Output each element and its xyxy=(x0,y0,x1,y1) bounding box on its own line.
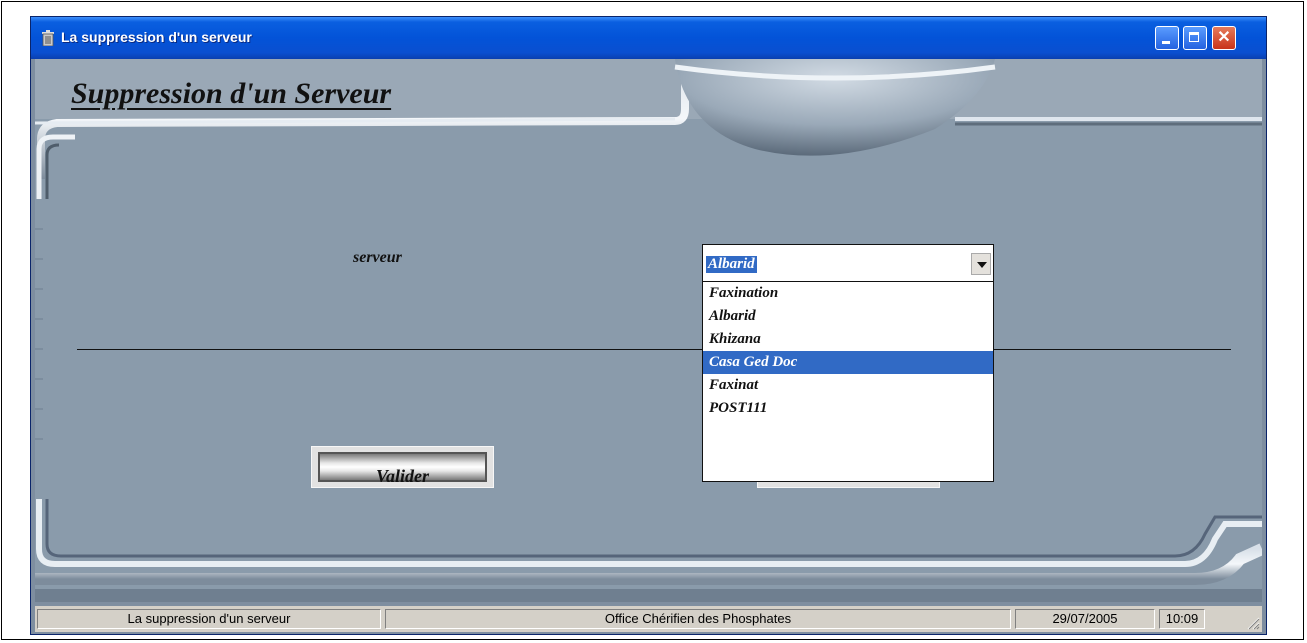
form-heading: Suppression d'un Serveur xyxy=(71,77,392,110)
status-bar: La suppression d'un serveur Office Chéri… xyxy=(35,606,1262,632)
dropdown-option[interactable]: Faxinat xyxy=(703,374,993,397)
valider-button[interactable]: Valider xyxy=(311,446,494,488)
trash-icon xyxy=(42,30,54,46)
server-combobox[interactable]: Albarid xyxy=(702,244,994,282)
chevron-down-icon[interactable] xyxy=(971,253,991,275)
dropdown-option[interactable]: Khizana xyxy=(703,328,993,351)
status-form-name: La suppression d'un serveur xyxy=(37,609,381,629)
dropdown-option-highlighted[interactable]: Casa Ged Doc xyxy=(703,351,993,374)
dropdown-option[interactable]: POST111 xyxy=(703,397,993,420)
valider-button-face: Valider xyxy=(318,452,487,486)
status-date: 29/07/2005 xyxy=(1015,609,1155,629)
minimize-button[interactable] xyxy=(1155,26,1179,50)
server-label: serveur xyxy=(353,249,402,266)
server-dropdown-list: Faxination Albarid Khizana Casa Ged Doc … xyxy=(702,281,994,482)
status-time: 10:09 xyxy=(1159,609,1205,629)
valider-button-label: Valider xyxy=(375,466,429,486)
resize-grip-icon[interactable] xyxy=(1244,614,1260,630)
close-icon: ✕ xyxy=(1217,29,1231,46)
dropdown-option[interactable]: Faxination xyxy=(703,282,993,305)
app-window: La suppression d'un serveur ✕ Suppressio… xyxy=(30,16,1267,635)
dropdown-option[interactable]: Albarid xyxy=(703,305,993,328)
separator-line xyxy=(77,349,1231,350)
decorative-frame xyxy=(35,59,1262,602)
form-client-area: Suppression d'un Serveur serveur Valider… xyxy=(35,59,1262,602)
status-company: Office Chérifien des Phosphates xyxy=(385,609,1011,629)
combobox-selected-value: Albarid xyxy=(706,256,757,273)
maximize-button[interactable] xyxy=(1183,26,1207,50)
close-button[interactable]: ✕ xyxy=(1212,26,1236,50)
window-title: La suppression d'un serveur xyxy=(61,29,252,45)
title-bar[interactable]: La suppression d'un serveur ✕ xyxy=(31,17,1266,59)
